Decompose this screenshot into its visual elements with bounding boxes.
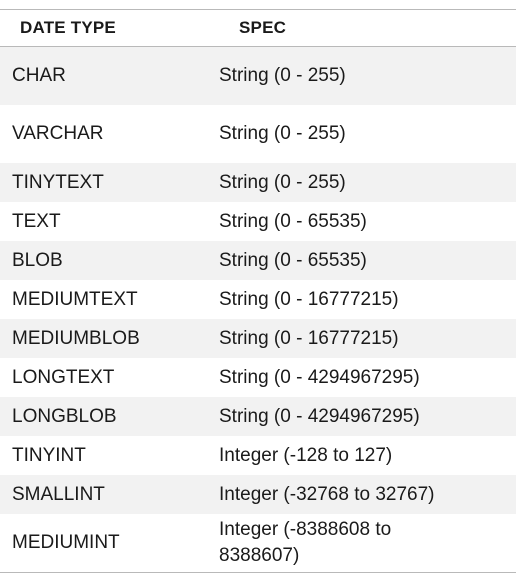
table-row: VARCHAR String (0 - 255) bbox=[0, 105, 516, 163]
cell-data-type: TINYTEXT bbox=[12, 171, 104, 193]
cell-data-type: MEDIUMBLOB bbox=[12, 327, 140, 349]
cell-spec: Integer (-8388608 to 8388607) bbox=[219, 519, 392, 566]
data-type-table: DATE TYPE SPEC CHAR String (0 - 255) VARCH… bbox=[0, 9, 516, 572]
table-body: CHAR String (0 - 255) VARCHAR String (0 - 2… bbox=[0, 47, 516, 572]
table-row: MEDIUMINT Integer (-8388608 to 8388607) bbox=[0, 514, 516, 572]
cell-spec: String (0 - 65535) bbox=[219, 210, 367, 232]
table-header: DATE TYPE SPEC bbox=[0, 9, 516, 47]
table-row: LONGTEXT String (0 - 4294967295) bbox=[0, 358, 516, 397]
header-date-type: DATE TYPE bbox=[20, 18, 116, 37]
cell-data-type: LONGTEXT bbox=[12, 366, 115, 388]
cell-data-type: CHAR bbox=[12, 65, 66, 86]
cell-spec: String (0 - 4294967295) bbox=[219, 366, 420, 388]
cell-data-type: VARCHAR bbox=[12, 123, 104, 144]
table-row: BLOB String (0 - 65535) bbox=[0, 241, 516, 280]
table-row: MEDIUMBLOB String (0 - 16777215) bbox=[0, 319, 516, 358]
cell-data-type: TEXT bbox=[12, 210, 61, 232]
table-row: MEDIUMTEXT String (0 - 16777215) bbox=[0, 280, 516, 319]
cell-spec: String (0 - 16777215) bbox=[219, 327, 399, 349]
cell-spec: String (0 - 16777215) bbox=[219, 288, 399, 310]
table-bottom-border bbox=[0, 572, 516, 573]
table-row: CHAR String (0 - 255) bbox=[0, 47, 516, 105]
cell-data-type: SMALLINT bbox=[12, 483, 105, 505]
header-spec: SPEC bbox=[239, 18, 287, 37]
cell-data-type: MEDIUMTEXT bbox=[12, 288, 138, 310]
table-row: TINYTEXT String (0 - 255) bbox=[0, 163, 516, 202]
cell-data-type: LONGBLOB bbox=[12, 405, 117, 427]
table-row: LONGBLOB String (0 - 4294967295) bbox=[0, 397, 516, 436]
table-row: TEXT String (0 - 65535) bbox=[0, 202, 516, 241]
cell-data-type: MEDIUMINT bbox=[12, 532, 120, 553]
cell-spec: Integer (-128 to 127) bbox=[219, 444, 393, 466]
cell-spec: String (0 - 255) bbox=[219, 171, 346, 193]
cell-spec: String (0 - 65535) bbox=[219, 249, 367, 271]
cell-spec: Integer (-32768 to 32767) bbox=[219, 483, 435, 505]
cell-spec: String (0 - 255) bbox=[219, 65, 346, 86]
cell-data-type: TINYINT bbox=[12, 444, 86, 466]
table-row: TINYINT Integer (-128 to 127) bbox=[0, 436, 516, 475]
cell-spec: String (0 - 4294967295) bbox=[219, 405, 420, 427]
cell-data-type: BLOB bbox=[12, 249, 63, 271]
cell-spec: String (0 - 255) bbox=[219, 123, 346, 144]
table-row: SMALLINT Integer (-32768 to 32767) bbox=[0, 475, 516, 514]
